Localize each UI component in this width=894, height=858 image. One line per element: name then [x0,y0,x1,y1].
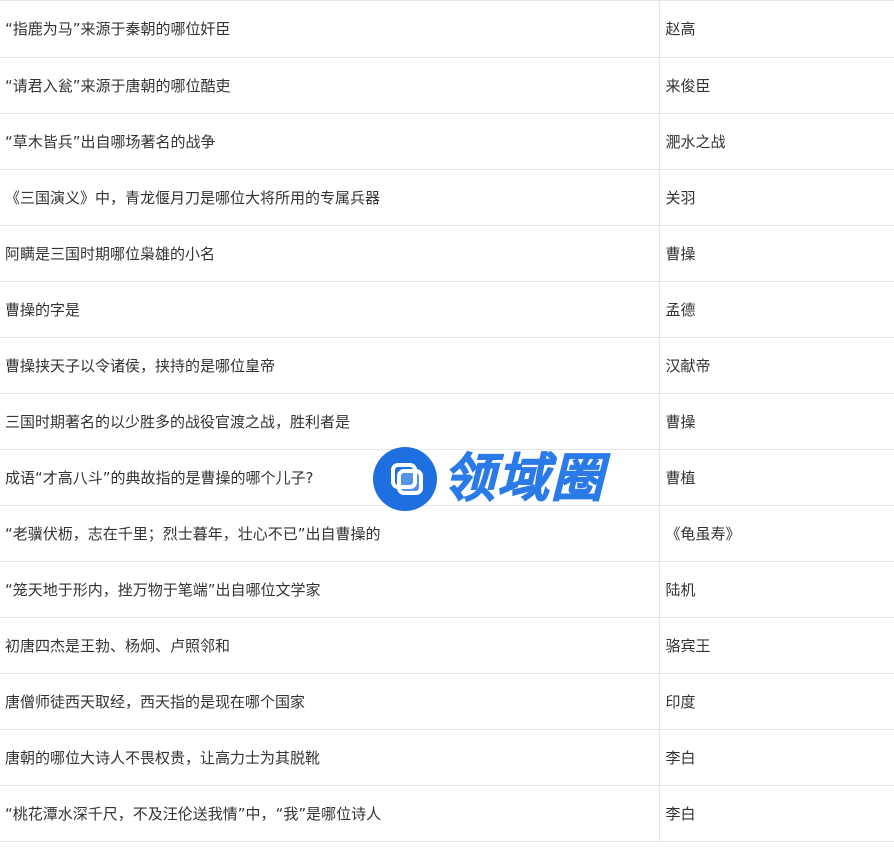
table-row: 曹操的字是 孟德 [0,281,894,338]
answer-cell: 李白 [658,729,894,786]
answer-cell: 曹植 [658,449,894,506]
question-cell: 《三国演义》中，青龙偃月刀是哪位大将所用的专属兵器 [0,169,659,226]
question-cell: 三国时期著名的以少胜多的战役官渡之战，胜利者是 [0,393,659,450]
qa-table-body: “指鹿为马”来源于秦朝的哪位奸臣 赵高 “请君入瓮”来源于唐朝的哪位酷吏 来俊臣… [0,0,894,842]
table-row: “请君入瓮”来源于唐朝的哪位酷吏 来俊臣 [0,57,894,114]
question-cell: “草木皆兵”出自哪场著名的战争 [0,113,659,170]
question-cell: 成语“才高八斗”的典故指的是曹操的哪个儿子? [0,449,659,506]
answer-cell: 《龟虽寿》 [658,505,894,562]
table-row: “指鹿为马”来源于秦朝的哪位奸臣 赵高 [0,0,894,58]
question-cell: 唐朝的哪位大诗人不畏权贵，让高力士为其脱靴 [0,729,659,786]
table-row: “草木皆兵”出自哪场著名的战争 淝水之战 [0,113,894,170]
answer-cell: 来俊臣 [658,57,894,114]
table-row: “笼天地于形内，挫万物于笔端”出自哪位文学家 陆机 [0,561,894,618]
table-row: 成语“才高八斗”的典故指的是曹操的哪个儿子? 曹植 [0,449,894,506]
table-row: 唐朝的哪位大诗人不畏权贵，让高力士为其脱靴 李白 [0,729,894,786]
answer-cell: 骆宾王 [658,617,894,674]
question-cell: “指鹿为马”来源于秦朝的哪位奸臣 [0,0,659,58]
answer-cell: 李白 [658,785,894,842]
question-cell: “笼天地于形内，挫万物于笔端”出自哪位文学家 [0,561,659,618]
qa-table: “指鹿为马”来源于秦朝的哪位奸臣 赵高 “请君入瓮”来源于唐朝的哪位酷吏 来俊臣… [0,0,894,842]
table-row: 《三国演义》中，青龙偃月刀是哪位大将所用的专属兵器 关羽 [0,169,894,226]
question-cell: “桃花潭水深千尺，不及汪伦送我情”中，“我”是哪位诗人 [0,785,659,842]
answer-cell: 孟德 [658,281,894,338]
answer-cell: 关羽 [658,169,894,226]
question-cell: 初唐四杰是王勃、杨炯、卢照邻和 [0,617,659,674]
answer-cell: 陆机 [658,561,894,618]
table-row: 三国时期著名的以少胜多的战役官渡之战，胜利者是 曹操 [0,393,894,450]
answer-cell: 淝水之战 [658,113,894,170]
question-cell: “请君入瓮”来源于唐朝的哪位酷吏 [0,57,659,114]
table-row: 唐僧师徒西天取经，西天指的是现在哪个国家 印度 [0,673,894,730]
table-row: “桃花潭水深千尺，不及汪伦送我情”中，“我”是哪位诗人 李白 [0,785,894,842]
table-row: 阿瞒是三国时期哪位枭雄的小名 曹操 [0,225,894,282]
table-row: 初唐四杰是王勃、杨炯、卢照邻和 骆宾王 [0,617,894,674]
question-cell: “老骥伏枥，志在千里；烈士暮年，壮心不已”出自曹操的 [0,505,659,562]
answer-cell: 曹操 [658,225,894,282]
answer-cell: 赵高 [658,0,894,58]
table-row: “老骥伏枥，志在千里；烈士暮年，壮心不已”出自曹操的 《龟虽寿》 [0,505,894,562]
question-cell: 唐僧师徒西天取经，西天指的是现在哪个国家 [0,673,659,730]
table-row: 曹操挟天子以令诸侯，挟持的是哪位皇帝 汉献帝 [0,337,894,394]
answer-cell: 曹操 [658,393,894,450]
question-cell: 阿瞒是三国时期哪位枭雄的小名 [0,225,659,282]
question-cell: 曹操的字是 [0,281,659,338]
question-cell: 曹操挟天子以令诸侯，挟持的是哪位皇帝 [0,337,659,394]
answer-cell: 印度 [658,673,894,730]
answer-cell: 汉献帝 [658,337,894,394]
